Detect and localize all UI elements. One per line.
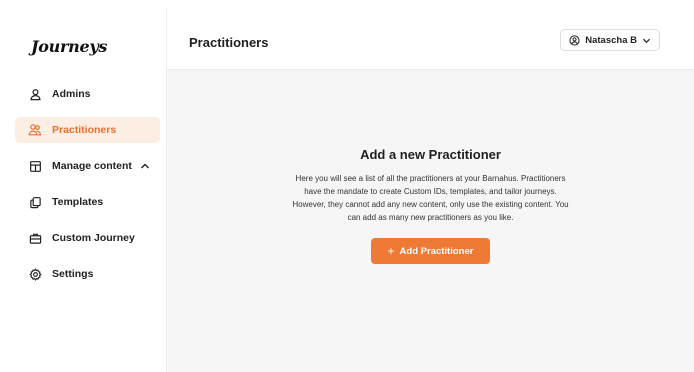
sidebar-item-custom-journey[interactable]: Custom Journey bbox=[15, 225, 160, 251]
app-logo: Journeys bbox=[31, 37, 108, 56]
sidebar-item-templates[interactable]: Templates bbox=[15, 189, 160, 215]
sidebar-item-label: Custom Journey bbox=[52, 232, 135, 244]
briefcase-icon bbox=[28, 231, 42, 245]
user-icon bbox=[28, 87, 42, 101]
page-title: Practitioners bbox=[189, 35, 269, 50]
sidebar-item-admins[interactable]: Admins bbox=[15, 81, 160, 107]
empty-state: Add a new Practitioner Here you will see… bbox=[167, 147, 694, 264]
chevron-down-icon bbox=[642, 37, 651, 44]
plus-icon: + bbox=[387, 244, 395, 258]
gear-icon bbox=[28, 267, 42, 281]
empty-state-heading: Add a new Practitioner bbox=[360, 147, 501, 162]
add-practitioner-label: Add Practitioner bbox=[399, 245, 474, 257]
chevron-up-icon[interactable] bbox=[140, 162, 150, 170]
user-circle-icon bbox=[569, 34, 580, 46]
app-frame: Journeys Admins Practitioners Manage con… bbox=[8, 8, 694, 372]
sidebar-item-label: Manage content bbox=[52, 160, 132, 172]
user-menu-button[interactable]: Natascha B bbox=[560, 29, 660, 51]
content-icon bbox=[28, 159, 42, 173]
sidebar-item-practitioners[interactable]: Practitioners bbox=[15, 117, 160, 143]
sidebar-item-label: Settings bbox=[52, 268, 94, 280]
sidebar-item-settings[interactable]: Settings bbox=[15, 261, 160, 287]
main-content: Practitioners Natascha B Add a new Pract… bbox=[167, 8, 694, 372]
sidebar: Journeys Admins Practitioners Manage con… bbox=[8, 8, 167, 372]
sidebar-item-manage-content[interactable]: Manage content bbox=[15, 153, 160, 179]
sidebar-item-label: Practitioners bbox=[52, 124, 117, 136]
empty-state-description: Here you will see a list of all the prac… bbox=[292, 174, 569, 222]
add-practitioner-button[interactable]: + Add Practitioner bbox=[371, 238, 490, 264]
sidebar-item-label: Admins bbox=[52, 88, 91, 100]
app-root: Journeys Admins Practitioners Manage con… bbox=[0, 0, 694, 372]
top-bar: Practitioners Natascha B bbox=[167, 8, 694, 70]
users-icon bbox=[28, 123, 42, 137]
sidebar-item-label: Templates bbox=[52, 196, 104, 208]
user-name: Natascha B bbox=[585, 34, 637, 46]
copy-icon bbox=[28, 195, 42, 209]
